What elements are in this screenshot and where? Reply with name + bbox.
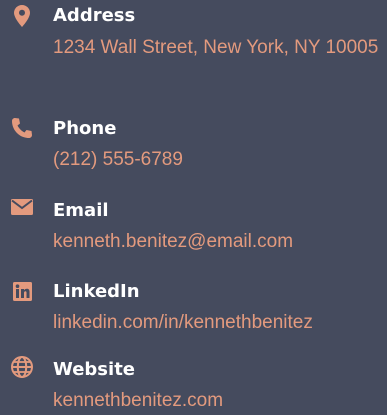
email-value: kenneth.benitez@email.com xyxy=(53,231,294,252)
address-value: 1234 Wall Street, New York, NY 10005 xyxy=(53,37,379,58)
contact-list: Address 1234 Wall Street, New York, NY 1… xyxy=(0,0,387,415)
linkedin-label: LinkedIn xyxy=(53,281,140,302)
website-label: Website xyxy=(53,359,136,380)
phone-label: Phone xyxy=(53,118,117,139)
email-label: Email xyxy=(53,200,109,221)
phone-value: (212) 555-6789 xyxy=(53,149,183,170)
linkedin-icon xyxy=(10,279,34,303)
map-marker-icon xyxy=(10,4,34,28)
globe-icon xyxy=(10,355,34,379)
envelope-icon xyxy=(10,195,34,219)
linkedin-value: linkedin.com/in/kennethbenitez xyxy=(53,312,313,333)
phone-icon xyxy=(10,116,34,140)
website-value: kennethbenitez.com xyxy=(53,390,224,411)
address-label: Address xyxy=(53,5,136,26)
